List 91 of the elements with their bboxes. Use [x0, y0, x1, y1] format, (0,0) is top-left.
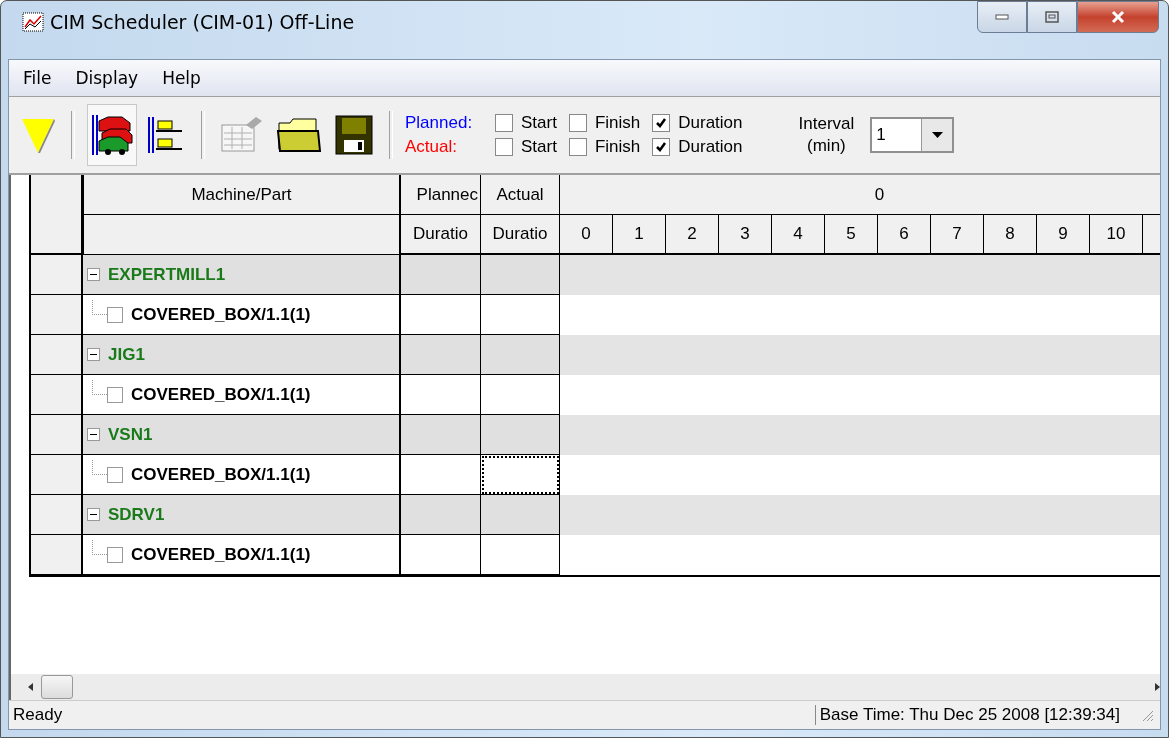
part-name: COVERED_BOX/1.1(1)	[131, 304, 311, 325]
machine-name: SDRV1	[108, 504, 165, 525]
column-header: Duratio	[481, 215, 560, 255]
cars-view-button[interactable]	[87, 104, 137, 166]
option-label: Planned:	[405, 113, 474, 133]
part-name: COVERED_BOX/1.1(1)	[131, 464, 311, 485]
time-tick: 2	[666, 215, 719, 253]
part-checkbox[interactable]	[107, 546, 123, 563]
menu-item[interactable]: Display	[75, 68, 139, 88]
column-header: Duratio	[401, 215, 481, 255]
collapse-icon[interactable]	[87, 508, 100, 521]
minimize-button[interactable]	[977, 1, 1027, 33]
part-name: COVERED_BOX/1.1(1)	[131, 384, 311, 405]
caret-icon	[931, 132, 943, 138]
tree-row[interactable]: COVERED_BOX/1.1(1)	[83, 375, 401, 415]
interval-label: Interval	[798, 113, 855, 135]
minimize-icon	[995, 14, 1009, 20]
tree-connector	[92, 300, 107, 315]
time-tick: 7	[931, 215, 984, 253]
part-checkbox[interactable]	[107, 386, 123, 403]
time-tick: 10	[1090, 215, 1143, 253]
table-cell[interactable]	[481, 375, 560, 415]
tree-row[interactable]: EXPERTMILL1	[83, 255, 401, 295]
close-icon	[1110, 10, 1126, 24]
maximize-icon	[1045, 11, 1059, 23]
machine-name: VSN1	[108, 424, 153, 445]
part-checkbox[interactable]	[107, 306, 123, 323]
maximize-button[interactable]	[1027, 1, 1077, 33]
interval-label: (min)	[807, 135, 846, 157]
time-tick: 9	[1037, 215, 1090, 253]
collapse-icon[interactable]	[87, 428, 100, 441]
tree-row[interactable]: COVERED_BOX/1.1(1)	[83, 295, 401, 335]
folder-icon	[276, 115, 322, 155]
checkmark-icon	[655, 117, 668, 129]
checkbox[interactable]	[652, 114, 671, 132]
time-tick: 0	[560, 215, 613, 253]
scrollbar-thumb[interactable]	[41, 675, 73, 699]
tree-row[interactable]: SDRV1	[83, 495, 401, 535]
checkbox[interactable]	[568, 114, 587, 132]
scroll-left-icon[interactable]	[27, 682, 35, 692]
table-cell[interactable]	[481, 295, 560, 335]
line-chart-icon	[22, 12, 44, 32]
checkbox-label: Finish	[594, 137, 641, 157]
checkbox-label: Start	[521, 137, 557, 157]
time-tick: 3	[719, 215, 772, 253]
checkbox[interactable]	[495, 138, 513, 156]
scroll-right-icon[interactable]	[1154, 682, 1160, 692]
dropdown-button[interactable]	[921, 119, 953, 151]
time-tick: 8	[984, 215, 1037, 253]
checkbox[interactable]	[652, 138, 671, 156]
checkbox-label: Duration	[678, 137, 743, 157]
time-tick: 1	[613, 215, 666, 253]
tree-row[interactable]: COVERED_BOX/1.1(1)	[83, 455, 401, 495]
tree-connector	[92, 540, 107, 555]
tree-row[interactable]: JIG1	[83, 335, 401, 375]
time-tick: 6	[878, 215, 931, 253]
interval-dropdown[interactable]: 1	[870, 117, 955, 153]
checkbox-label: Start	[521, 113, 557, 133]
status-text: Base Time: Thu Dec 25 2008 [12:39:34]	[814, 705, 1134, 725]
tree-row[interactable]: COVERED_BOX/1.1(1)	[83, 535, 401, 575]
collapse-icon[interactable]	[87, 348, 100, 361]
checkmark-icon	[655, 141, 668, 153]
menu-item[interactable]: Help	[162, 68, 201, 88]
time-tick: 4	[772, 215, 825, 253]
tree-connector	[92, 380, 107, 395]
tree-connector	[92, 460, 107, 475]
horizontal-scrollbar[interactable]	[9, 674, 1160, 700]
menu-item[interactable]: File	[23, 68, 52, 88]
column-header: Actual	[481, 175, 560, 215]
table-cell[interactable]	[481, 535, 560, 575]
resize-grip-icon	[1140, 708, 1154, 722]
machine-name: JIG1	[108, 344, 145, 365]
checkbox-label: Duration	[678, 113, 743, 133]
window-title: CIM Scheduler (CIM-01) Off-Line	[50, 11, 355, 33]
checkbox[interactable]	[495, 114, 513, 132]
time-tick: 5	[825, 215, 878, 253]
part-checkbox[interactable]	[107, 466, 123, 483]
tree-row[interactable]: VSN1	[83, 415, 401, 455]
collapse-icon[interactable]	[87, 268, 100, 281]
checkbox-label: Finish	[594, 113, 641, 133]
part-name: COVERED_BOX/1.1(1)	[131, 544, 311, 565]
machine-name: EXPERTMILL1	[108, 264, 226, 285]
close-button[interactable]	[1077, 1, 1159, 33]
table-icon	[220, 115, 264, 155]
status-text: Ready	[12, 705, 64, 725]
timeline-header: 0	[560, 175, 1160, 215]
checkbox[interactable]	[568, 138, 587, 156]
option-label: Actual:	[405, 137, 458, 157]
column-header: Machine/Part	[83, 175, 401, 215]
column-header: Plannec	[401, 175, 481, 215]
table-cell[interactable]	[481, 455, 560, 495]
